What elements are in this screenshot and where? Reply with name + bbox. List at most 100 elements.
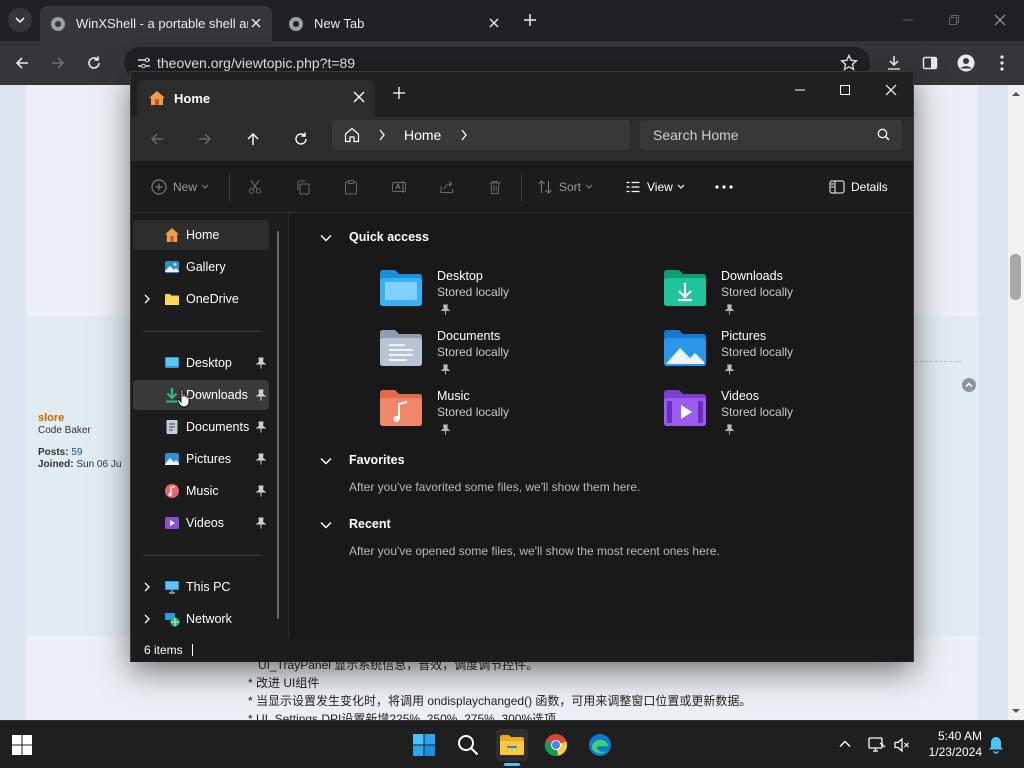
explorer-back-button[interactable] [145, 127, 169, 151]
close-icon[interactable] [353, 91, 365, 103]
back-button[interactable] [10, 51, 34, 75]
sidebar-item-label: Gallery [186, 260, 226, 274]
taskbar-start-button[interactable] [408, 729, 440, 761]
separator [143, 331, 261, 332]
chevron-down-icon [15, 17, 25, 24]
section-quick-access[interactable]: Quick access [319, 228, 429, 248]
nav-pane-scrollbar[interactable] [277, 231, 279, 619]
plus-icon[interactable] [393, 87, 405, 99]
quick-access-pictures[interactable]: Pictures Stored locally [663, 329, 913, 385]
explorer-address-bar[interactable]: Home [332, 120, 630, 150]
close-tab-icon[interactable] [248, 15, 264, 31]
chevron-down-icon [320, 522, 332, 529]
notification-bell-icon[interactable] [988, 736, 1004, 754]
breadcrumb[interactable]: Home [404, 127, 441, 143]
sidebar-item-videos[interactable]: Videos [133, 508, 269, 538]
browser-tab-newtab[interactable]: New Tab [278, 6, 510, 41]
sidebar-item-music[interactable]: Music [133, 476, 269, 506]
page-scrollbar[interactable] [1008, 85, 1024, 720]
favorites-empty-message: After you've favorited some files, we'll… [349, 480, 641, 494]
posts-count[interactable]: 59 [71, 447, 82, 458]
browser-tab-active[interactable]: WinXShell - a portable shell and [40, 6, 272, 41]
scroll-up-icon[interactable] [1011, 90, 1021, 98]
explorer-close-button[interactable] [879, 78, 903, 102]
explorer-forward-button[interactable] [193, 127, 217, 151]
reload-button[interactable] [82, 51, 106, 75]
taskbar-chrome[interactable] [540, 729, 572, 761]
view-button[interactable]: View [625, 177, 685, 197]
forward-button[interactable] [46, 51, 70, 75]
quick-access-desktop[interactable]: Desktop Stored locally [379, 269, 629, 325]
details-button[interactable]: Details [829, 177, 888, 197]
rename-button[interactable] [391, 177, 407, 197]
sidebar-item-desktop[interactable]: Desktop [133, 348, 269, 378]
section-recent[interactable]: Recent [319, 515, 391, 535]
item-count: 6 items [144, 643, 183, 657]
star-icon[interactable] [840, 54, 858, 72]
explorer-search-input[interactable]: Search Home [640, 120, 902, 150]
taskbar-clock[interactable]: 5:40 AM 1/23/2024 [920, 728, 982, 760]
sidebar-item-home[interactable]: Home [133, 220, 269, 250]
pin-icon [256, 453, 266, 465]
chevron-right-icon[interactable] [143, 582, 151, 592]
taskbar-search-button[interactable] [452, 729, 484, 761]
pin-icon [256, 389, 266, 401]
volume-muted-icon[interactable] [894, 737, 910, 753]
start-button[interactable] [6, 729, 38, 761]
chevron-right-icon[interactable] [460, 129, 468, 141]
sidebar-item-pictures[interactable]: Pictures [133, 444, 269, 474]
explorer-minimize-button[interactable] [788, 78, 812, 102]
close-tab-icon[interactable] [486, 15, 502, 31]
taskbar-edge[interactable] [584, 729, 616, 761]
explorer-maximize-button[interactable] [833, 78, 857, 102]
profile-button[interactable] [954, 51, 978, 75]
sidebar-item-network[interactable]: Network [133, 604, 269, 634]
pictures-folder-icon [664, 330, 706, 366]
quick-access-documents[interactable]: Documents Stored locally [379, 329, 629, 385]
chrome-icon [544, 734, 568, 756]
chevron-down-icon [677, 184, 685, 189]
tab-search-button[interactable] [8, 8, 32, 32]
sort-button[interactable]: Sort [537, 177, 593, 197]
side-panel-button[interactable] [918, 51, 942, 75]
windows-logo-icon [413, 734, 435, 756]
quick-access-videos[interactable]: Videos Stored locally [663, 389, 913, 445]
post-author[interactable]: slore [38, 412, 64, 424]
section-favorites[interactable]: Favorites [319, 451, 405, 471]
sidebar-item-gallery[interactable]: Gallery [133, 252, 269, 282]
minimize-button[interactable] [898, 10, 918, 30]
chevron-right-icon[interactable] [143, 614, 151, 624]
copy-button[interactable] [295, 177, 311, 197]
see-more-button[interactable] [715, 177, 733, 197]
new-label: New [173, 180, 198, 194]
chevron-right-icon[interactable] [143, 294, 151, 304]
sidebar-item-documents[interactable]: Documents [133, 412, 269, 442]
explorer-tab[interactable]: Home [137, 80, 375, 117]
explorer-up-button[interactable] [241, 127, 265, 151]
share-button[interactable] [439, 177, 455, 197]
sidebar-item-this-pc[interactable]: This PC [133, 572, 269, 602]
sidebar-item-onedrive[interactable]: OneDrive [133, 284, 269, 314]
taskbar-file-explorer[interactable] [496, 729, 528, 761]
sidebar-item-label: Network [186, 612, 232, 626]
restore-button[interactable] [944, 10, 964, 30]
quick-access-music[interactable]: Music Stored locally [379, 389, 629, 445]
paste-button[interactable] [343, 177, 359, 197]
cut-button[interactable] [247, 177, 263, 197]
explorer-tab-title: Home [174, 91, 211, 106]
explorer-refresh-button[interactable] [289, 127, 313, 151]
back-to-top-icon[interactable] [962, 378, 976, 392]
page-scrollbar-thumb[interactable] [1010, 254, 1021, 300]
item-subtitle: Stored locally [721, 405, 794, 419]
post-author-stats: Posts: 59 Joined: Sun 06 Ju [38, 447, 121, 471]
new-tab-button[interactable] [520, 10, 540, 30]
delete-button[interactable] [487, 177, 503, 197]
new-button[interactable]: New [151, 177, 209, 197]
chevron-up-icon[interactable] [838, 737, 852, 751]
network-icon[interactable] [868, 737, 886, 753]
menu-button[interactable] [990, 51, 1014, 75]
scroll-down-icon[interactable] [1011, 707, 1021, 715]
quick-access-downloads[interactable]: Downloads Stored locally [663, 269, 913, 325]
sidebar-item-downloads[interactable]: Downloads [133, 380, 269, 410]
close-browser-button[interactable] [990, 10, 1010, 30]
